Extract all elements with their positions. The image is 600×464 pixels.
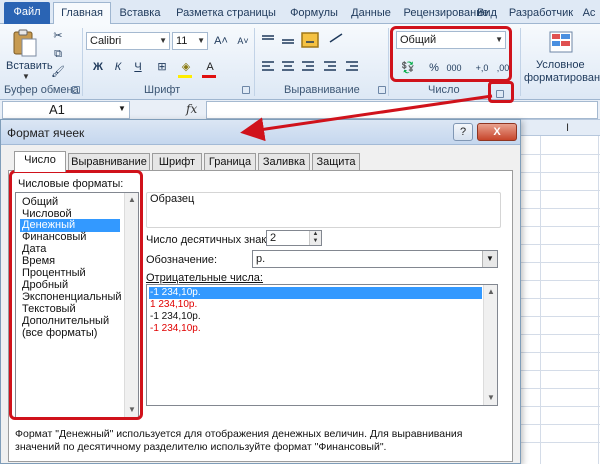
annotation-arrow-icon	[240, 94, 493, 142]
tab-number[interactable]: Число	[14, 151, 66, 172]
